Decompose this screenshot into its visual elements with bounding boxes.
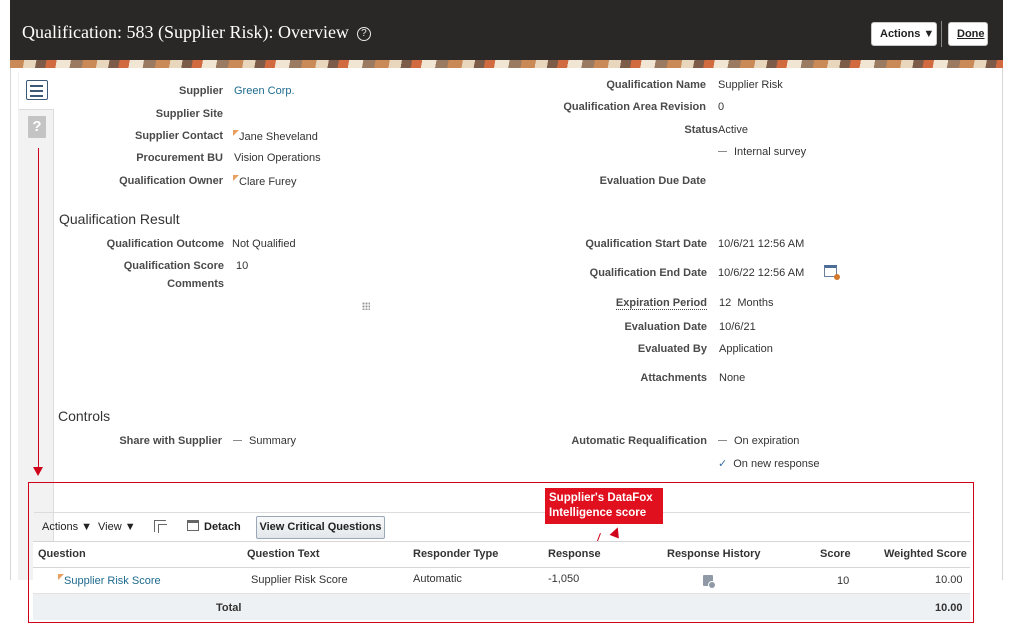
- comments-label: Comments: [167, 278, 224, 290]
- page-title: Qualification: 583 (Supplier Risk): Over…: [22, 22, 371, 43]
- qualification-end-value: 10/6/22 12:56 AM: [718, 267, 805, 279]
- comments-resize-handle[interactable]: [362, 302, 370, 310]
- done-button[interactable]: Done: [948, 22, 988, 46]
- evaluation-date-label: Evaluation Date: [624, 321, 707, 333]
- evaluated-by-value: Application: [719, 343, 773, 355]
- detach-icon[interactable]: [187, 520, 199, 531]
- area-revision-value: 0: [718, 101, 725, 113]
- on-new-response-option: ✓ On new response: [718, 458, 820, 470]
- view-critical-questions-button[interactable]: View Critical Questions: [256, 516, 385, 539]
- supplier-contact-value: Jane Sheveland: [233, 130, 318, 143]
- header-separator: [941, 21, 942, 47]
- expiration-period-label[interactable]: Expiration Period: [615, 297, 707, 310]
- automatic-requalification-label: Automatic Requalification: [571, 435, 707, 447]
- qualification-score-value: 10: [236, 260, 249, 272]
- checkmark-icon: ✓: [718, 458, 728, 470]
- page-title-text: Qualification: 583 (Supplier Risk): Over…: [22, 22, 349, 42]
- column-header-weighted-score[interactable]: Weighted Score: [884, 548, 967, 560]
- supplier-site-label: Supplier Site: [155, 108, 223, 120]
- column-header-question[interactable]: Question: [38, 548, 86, 560]
- column-header-response-history[interactable]: Response History: [667, 548, 761, 560]
- evaluation-due-label: Evaluation Due Date: [599, 175, 706, 187]
- controls-title: Controls: [58, 408, 111, 424]
- annotation-arrowhead: [33, 467, 43, 476]
- qualification-start-value: 10/6/21 12:56 AM: [718, 238, 805, 250]
- procurement-bu-value: Vision Operations: [234, 152, 321, 164]
- table-total-row: [33, 594, 970, 620]
- help-icon[interactable]: ?: [356, 27, 371, 41]
- annotation-arrow-line: [38, 148, 39, 470]
- qualification-outcome-value: Not Qualified: [232, 238, 296, 250]
- share-with-supplier-value: Summary: [233, 435, 296, 447]
- share-with-supplier-label: Share with Supplier: [119, 435, 222, 447]
- qualification-result-title: Qualification Result: [59, 211, 180, 227]
- column-header-responder-type[interactable]: Responder Type: [413, 548, 498, 560]
- datafox-callout: Supplier's DataFox Intelligence score: [545, 488, 663, 524]
- column-header-question-text[interactable]: Question Text: [247, 548, 320, 560]
- internal-survey-value: Internal survey: [718, 146, 806, 158]
- response-cell: -1,050: [548, 573, 580, 585]
- question-text-cell: Supplier Risk Score: [251, 574, 348, 586]
- qualification-name-value: Supplier Risk: [718, 79, 783, 91]
- procurement-bu-label: Procurement BU: [136, 152, 223, 164]
- column-header-score[interactable]: Score: [820, 548, 851, 560]
- expiration-period-value: 12 Months: [719, 297, 774, 309]
- attachments-value: None: [719, 372, 746, 384]
- weighted-score-cell: 10.00: [935, 574, 963, 586]
- qualification-start-label: Qualification Start Date: [585, 238, 707, 250]
- actions-button[interactable]: Actions ▼: [871, 22, 937, 46]
- freeze-columns-icon[interactable]: [154, 520, 167, 533]
- questions-icon[interactable]: ?: [28, 116, 46, 138]
- qualification-outcome-label: Qualification Outcome: [106, 238, 224, 250]
- overview-list-icon[interactable]: [26, 80, 48, 100]
- header-banner: [10, 60, 1003, 68]
- table-view-menu[interactable]: View ▼: [98, 521, 136, 533]
- qualification-end-label: Qualification End Date: [589, 267, 707, 279]
- detach-button[interactable]: Detach: [204, 521, 241, 533]
- qualification-score-label: Qualification Score: [123, 260, 224, 272]
- supplier-label: Supplier: [178, 85, 223, 97]
- total-label: Total: [216, 602, 242, 614]
- area-revision-label: Qualification Area Revision: [563, 101, 706, 113]
- score-cell: 10: [837, 575, 850, 587]
- qualification-owner-label: Qualification Owner: [119, 175, 223, 187]
- status-label: Status: [684, 124, 718, 136]
- response-history-icon[interactable]: [703, 575, 716, 589]
- evaluation-date-value: 10/6/21: [719, 321, 756, 333]
- qualification-owner-value: Clare Furey: [233, 175, 296, 188]
- status-value: Active: [718, 124, 748, 136]
- toolbar-divider: [34, 512, 970, 513]
- table-actions-menu[interactable]: Actions ▼: [42, 521, 92, 533]
- supplier-link[interactable]: Green Corp.: [234, 85, 295, 97]
- column-header-response[interactable]: Response: [548, 548, 601, 560]
- question-link[interactable]: Supplier Risk Score: [58, 574, 161, 587]
- calendar-icon[interactable]: [824, 265, 840, 280]
- attachments-label: Attachments: [640, 372, 707, 384]
- on-expiration-option: On expiration: [718, 435, 799, 447]
- qualification-name-label: Qualification Name: [606, 79, 706, 91]
- evaluated-by-label: Evaluated By: [637, 343, 707, 355]
- table-row[interactable]: [33, 568, 970, 594]
- responder-type-cell: Automatic: [413, 573, 462, 585]
- supplier-contact-label: Supplier Contact: [134, 130, 223, 142]
- total-value: 10.00: [935, 602, 963, 614]
